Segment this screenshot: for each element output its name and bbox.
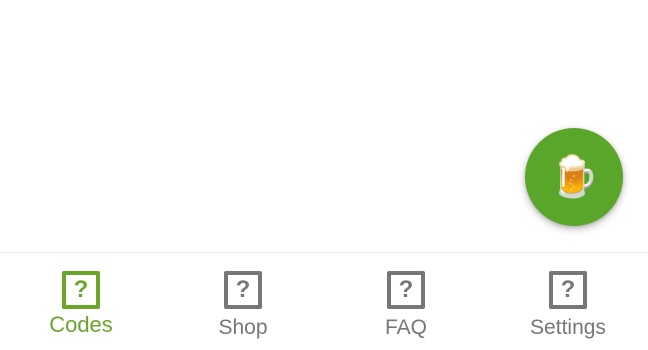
tab-label: Settings <box>530 316 606 339</box>
tab-label: Shop <box>218 316 268 339</box>
app-screen: 🍺 ? Codes ? Shop ? FAQ ? Settings <box>0 0 648 350</box>
tab-settings[interactable]: ? Settings <box>487 253 648 350</box>
bottom-tab-bar: ? Codes ? Shop ? FAQ ? Settings <box>0 252 648 350</box>
question-box-icon: ? <box>62 271 100 309</box>
tab-shop[interactable]: ? Shop <box>162 253 324 350</box>
tab-label: FAQ <box>384 316 427 339</box>
question-box-icon: ? <box>387 271 425 309</box>
question-box-icon: ? <box>224 271 262 309</box>
question-box-icon: ? <box>549 271 587 309</box>
tab-label: Codes <box>49 312 113 337</box>
tab-codes[interactable]: ? Codes <box>0 253 162 350</box>
beer-mug-icon: 🍺 <box>549 155 599 199</box>
tab-faq[interactable]: ? FAQ <box>325 253 487 350</box>
beer-fab-button[interactable]: 🍺 <box>525 128 623 226</box>
